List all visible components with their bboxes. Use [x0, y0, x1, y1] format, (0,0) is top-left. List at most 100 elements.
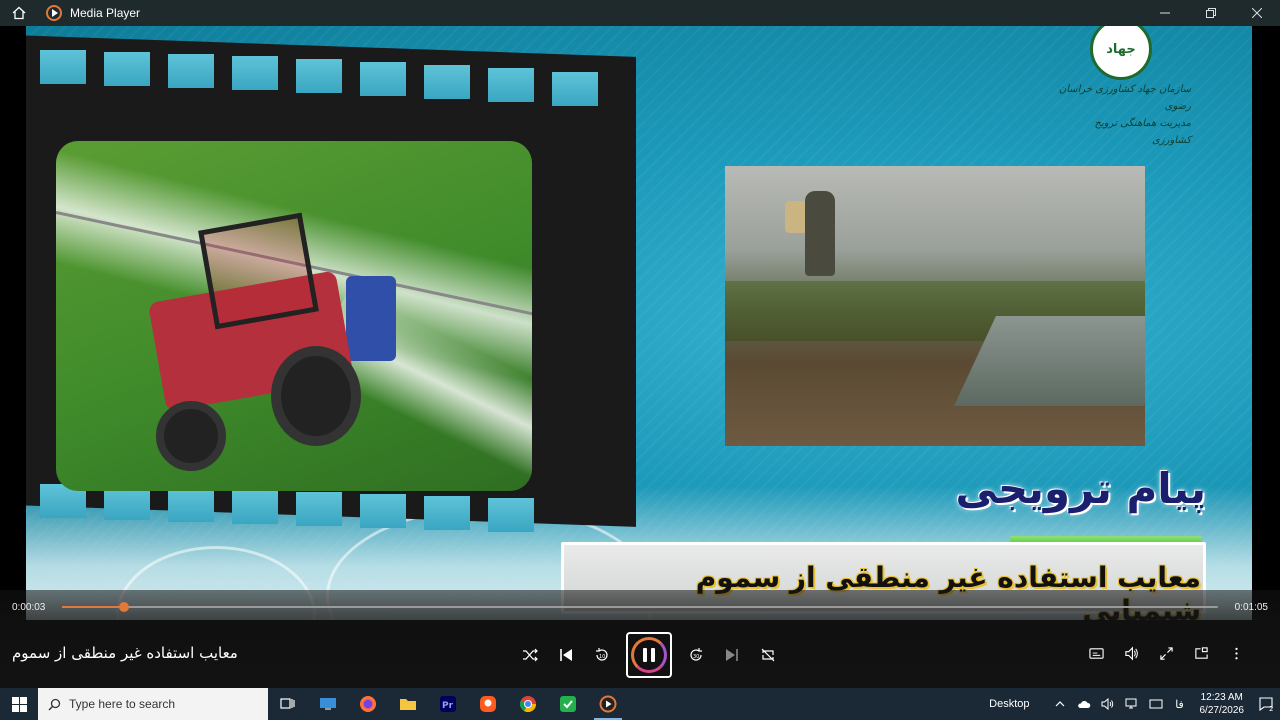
more-options-button[interactable] [1219, 638, 1254, 668]
play-ring [631, 637, 667, 673]
play-pause-button[interactable] [626, 632, 672, 678]
repeat-off-button[interactable] [750, 637, 786, 673]
captions-button[interactable] [1079, 638, 1114, 668]
chevron-up-icon [1055, 701, 1064, 707]
clock-date: 6/27/2026 [1199, 705, 1245, 716]
search-placeholder: Type here to search [69, 697, 176, 711]
film-hole [104, 486, 150, 520]
clock-time: 12:23 AM [1200, 692, 1243, 703]
media-player-icon [599, 695, 617, 713]
network-icon [1125, 698, 1136, 709]
tray-app-icon-2[interactable] [1144, 688, 1168, 720]
svg-text:30: 30 [693, 654, 699, 660]
cloud-icon [1077, 701, 1090, 708]
letterbox-right [1252, 26, 1280, 620]
firefox-icon [360, 696, 376, 712]
restore-button[interactable] [1188, 0, 1234, 26]
film-hole [552, 72, 598, 106]
display-icon [1149, 699, 1162, 709]
desktop-toolbar-label[interactable]: Desktop [989, 698, 1029, 710]
taskbar-app-media-player[interactable] [588, 688, 628, 720]
task-view-icon [280, 698, 295, 709]
next-icon [726, 649, 738, 661]
taskbar-app-shield[interactable] [548, 688, 588, 720]
skip-forward-30-button[interactable]: 30 [678, 637, 714, 673]
mini-player-button[interactable] [1184, 638, 1219, 668]
language-indicator[interactable]: فا [1168, 688, 1192, 720]
tractor-wheel [156, 401, 226, 471]
show-hidden-icons-button[interactable] [1048, 688, 1072, 720]
task-view-button[interactable] [268, 688, 308, 720]
taskbar: Type here to search Pr Desktop فا 12:23 … [0, 688, 1280, 720]
taskbar-app-orange[interactable] [468, 688, 508, 720]
org-line-1: سازمان جهاد کشاورزی خراسان رضوی [1058, 84, 1191, 112]
taskbar-search[interactable]: Type here to search [38, 688, 268, 720]
tractor-spraying-image [56, 141, 532, 491]
film-strip [26, 35, 636, 532]
repeat-off-icon [761, 648, 775, 662]
chrome-icon [519, 696, 537, 713]
letterbox-left [0, 26, 26, 620]
search-icon [48, 698, 61, 710]
taskbar-app-file-explorer[interactable] [388, 688, 428, 720]
notification-center-button[interactable]: 2 [1254, 688, 1280, 720]
skip-back-10-icon: 10 [596, 648, 608, 661]
taskbar-app-desktop[interactable] [308, 688, 348, 720]
film-hole [232, 56, 278, 90]
film-hole [424, 65, 470, 99]
seek-thumb[interactable] [119, 602, 130, 612]
film-hole [168, 54, 214, 88]
system-tray: Desktop فا 12:23 AM 6/27/2026 2 [989, 688, 1280, 720]
tray-app-icon[interactable] [1072, 688, 1096, 720]
window-title: Media Player [70, 6, 141, 20]
film-hole [488, 498, 534, 532]
svg-text:Pr: Pr [442, 701, 454, 711]
close-button[interactable] [1234, 0, 1280, 26]
taskbar-app-chrome[interactable] [508, 688, 548, 720]
tractor-wheel [271, 346, 361, 446]
svg-text:10: 10 [599, 654, 605, 660]
film-hole [360, 494, 406, 528]
mini-player-icon [1195, 646, 1208, 659]
video-frame[interactable]: جهاد سازمان جهاد کشاورزی خراسان رضوی مدی… [26, 26, 1252, 620]
windows-icon [11, 696, 27, 712]
previous-icon [560, 649, 572, 661]
notification-icon: 2 [1259, 697, 1273, 712]
start-button[interactable] [0, 688, 38, 720]
media-title: معایب استفاده غیر منطقی از سموم [12, 644, 238, 662]
organization-text: سازمان جهاد کشاورزی خراسان رضوی مدیریت ه… [1056, 81, 1191, 149]
current-time: 0:00:03 [12, 602, 46, 613]
volume-button[interactable] [1114, 638, 1149, 668]
total-time: 0:01:05 [1234, 602, 1268, 613]
more-icon [1235, 647, 1238, 659]
folder-icon [400, 699, 416, 710]
film-hole [296, 492, 342, 526]
fullscreen-button[interactable] [1149, 638, 1184, 668]
pause-icon [643, 648, 655, 662]
film-hole [424, 496, 470, 530]
skip-back-10-button[interactable]: 10 [584, 637, 620, 673]
desktop-app-icon [320, 698, 336, 710]
tractor-cab [198, 212, 319, 330]
shuffle-icon [523, 648, 538, 662]
film-hole [488, 68, 534, 102]
volume-tray-button[interactable] [1096, 688, 1120, 720]
network-tray-button[interactable] [1120, 688, 1144, 720]
taskbar-app-premiere[interactable]: Pr [428, 688, 468, 720]
shuffle-button[interactable] [512, 637, 548, 673]
shield-app-icon [560, 696, 576, 712]
media-player-app-icon [46, 5, 62, 21]
farmer-figure [805, 191, 835, 276]
previous-button[interactable] [548, 637, 584, 673]
app-orange-icon [480, 696, 496, 712]
taskbar-app-firefox[interactable] [348, 688, 388, 720]
clock[interactable]: 12:23 AM 6/27/2026 [1200, 691, 1245, 717]
notification-count: 2 [1269, 705, 1273, 712]
minimize-button[interactable] [1142, 0, 1188, 26]
home-icon[interactable] [0, 0, 38, 26]
next-button[interactable] [714, 637, 750, 673]
film-hole [232, 490, 278, 524]
premiere-icon: Pr [440, 696, 456, 712]
seek-bar[interactable] [62, 602, 1218, 612]
film-hole [104, 52, 150, 86]
